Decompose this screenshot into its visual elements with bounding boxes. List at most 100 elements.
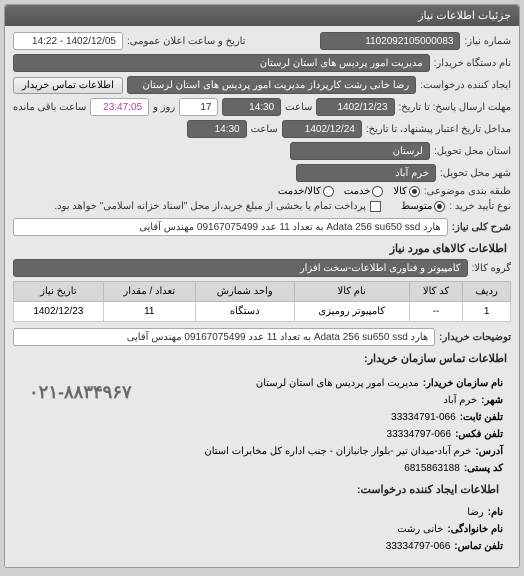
- contact-address-row: آدرس: خرم آباد-میدان تیر -بلوار جانبازان…: [21, 443, 503, 460]
- contact-city-row: شهر: خرم آباد: [140, 392, 503, 409]
- payment-note: پرداخت تمام یا بخشی از مبلغ خرید،از محل …: [54, 201, 366, 212]
- radio-goods-item[interactable]: کالا: [393, 186, 420, 197]
- public-date-field: 1402/12/05 - 14:22: [13, 32, 123, 50]
- contact-org-label: نام سازمان خریدار:: [423, 375, 503, 392]
- row-item-type: طبقه بندی موضوعی: کالا خدمت کالا/خدمت: [13, 186, 511, 197]
- td-code: --: [409, 302, 463, 322]
- item-type-radio-group: کالا خدمت کالا/خدمت: [278, 186, 420, 197]
- contact-org-value: مدیریت امور پردیس های استان لرستان: [256, 375, 419, 392]
- th-row: ردیف: [463, 282, 511, 302]
- goods-group-field: کامپیوتر و فناوری اطلاعات-سخت افزار: [13, 259, 468, 277]
- days-label: روز و: [153, 102, 175, 113]
- validity-date-field: 1402/12/24: [282, 120, 362, 138]
- row-reply-deadline: مهلت ارسال پاسخ: تا تاریخ: 1402/12/23 سا…: [13, 98, 511, 116]
- row-city: شهر محل تحویل: خرم آباد: [13, 164, 511, 182]
- goods-group-label: گروه کالا:: [472, 263, 511, 274]
- radio-goods[interactable]: [409, 186, 420, 197]
- radio-goods-label: کالا: [393, 186, 407, 197]
- contact-phone-row: تلفن ثابت: 33334791-066: [140, 409, 503, 426]
- row-description: شرح کلی نیاز: هارد Adata 256 su650 ssd ب…: [13, 218, 511, 236]
- creator-label: ایجاد کننده درخواست:: [420, 80, 511, 91]
- main-panel: جزئیات اطلاعات نیاز شماره نیاز: 11020921…: [4, 4, 520, 568]
- contact-phone-label: تلفن ثابت:: [460, 409, 503, 426]
- remaining-label: ساعت باقی مانده: [13, 102, 86, 113]
- creator-phone-row: تلفن تماس: 33334797-066: [21, 538, 503, 555]
- reply-time-field: 14:30: [222, 98, 281, 116]
- td-unit: دستگاه: [195, 302, 294, 322]
- row-province: استان محل تحویل: لرستان: [13, 142, 511, 160]
- radio-medium-item[interactable]: متوسط: [401, 201, 445, 212]
- creator-field: رضا خانی رشت کارپرداز مدیریت امور پردیس …: [127, 76, 416, 94]
- radio-service-item[interactable]: خدمت: [344, 186, 384, 197]
- contact-postal-row: کد پستی: 6815863188: [21, 460, 503, 477]
- buyer-org-label: نام دستگاه خریدار:: [434, 58, 511, 69]
- row-buyer-notes: توضیحات خریدار: هارد Adata 256 su650 ssd…: [13, 328, 511, 346]
- payment-checkbox[interactable]: [370, 201, 381, 212]
- row-validity: مداخل تاریخ اعتبار پیشنهاد، تا تاریخ: 14…: [13, 120, 511, 138]
- radio-service-label: خدمت: [344, 186, 371, 197]
- description-field: هارد Adata 256 su650 ssd به تعداد 11 عدد…: [13, 218, 448, 236]
- large-phone-number: ۰۲۱-۸۸۳۴۹۶۷: [21, 375, 140, 410]
- buyer-org-field: مدیریت امور پردیس های استان لرستان: [13, 54, 430, 72]
- goods-section-title: اطلاعات کالاهای مورد نیاز: [13, 242, 511, 255]
- province-field: لرستان: [290, 142, 430, 160]
- creator-name-label: نام:: [488, 504, 503, 521]
- buyer-notes-field: هارد Adata 256 su650 ssd به تعداد 11 عدد…: [13, 328, 435, 346]
- contact-city-label: شهر:: [481, 392, 503, 409]
- creator-family-label: نام خانوادگی:: [447, 521, 503, 538]
- radio-service[interactable]: [372, 186, 383, 197]
- th-qty: تعداد / مقدار: [103, 282, 195, 302]
- radio-goods-service[interactable]: [323, 186, 334, 197]
- th-unit: واحد شمارش: [195, 282, 294, 302]
- table-row: 1 -- کامپیوتر رومیزی دستگاه 11 1402/12/2…: [14, 302, 511, 322]
- province-label: استان محل تحویل:: [434, 146, 511, 157]
- contact-postal-label: کد پستی:: [464, 460, 503, 477]
- contact-address-label: آدرس:: [475, 443, 503, 460]
- contact-address-value: خرم آباد-میدان تیر -بلوار جانبازان - جنب…: [204, 443, 471, 460]
- goods-table: ردیف کد کالا نام کالا واحد شمارش تعداد /…: [13, 281, 511, 322]
- row-request-number: شماره نیاز: 1102092105000083 تاریخ و ساع…: [13, 32, 511, 50]
- request-number-label: شماره نیاز:: [464, 36, 511, 47]
- buyer-notes-label: توضیحات خریدار:: [439, 332, 511, 343]
- radio-medium[interactable]: [434, 201, 445, 212]
- contact-info-button[interactable]: اطلاعات تماس خریدار: [13, 77, 123, 94]
- reply-time-label: ساعت: [285, 102, 312, 113]
- item-type-label: طبقه بندی موضوعی:: [424, 186, 511, 197]
- row-goods-group: گروه کالا: کامپیوتر و فناوری اطلاعات-سخت…: [13, 259, 511, 277]
- remaining-time-field: 23:47:05: [90, 98, 149, 116]
- th-name: نام کالا: [294, 282, 409, 302]
- row-buyer-org: نام دستگاه خریدار: مدیریت امور پردیس های…: [13, 54, 511, 72]
- contact-fax-row: تلفن فکس: 33334797-066: [140, 426, 503, 443]
- contact-city-value: خرم آباد: [443, 392, 477, 409]
- row-purchase-type: نوع تأیید خرید : متوسط پرداخت تمام یا بخ…: [13, 201, 511, 212]
- table-header-row: ردیف کد کالا نام کالا واحد شمارش تعداد /…: [14, 282, 511, 302]
- td-row: 1: [463, 302, 511, 322]
- th-date: تاریخ نیاز: [14, 282, 104, 302]
- city-field: خرم آباد: [296, 164, 436, 182]
- creator-family-row: نام خانوادگی: خانی رشت: [21, 521, 503, 538]
- row-creator: ایجاد کننده درخواست: رضا خانی رشت کارپرد…: [13, 76, 511, 94]
- validity-label: مداخل تاریخ اعتبار پیشنهاد، تا تاریخ:: [366, 124, 511, 135]
- contact-section-title: اطلاعات تماس سازمان خریدار:: [13, 352, 511, 365]
- contact-phone-value: 33334791-066: [391, 409, 456, 426]
- validity-time-label: ساعت: [251, 124, 278, 135]
- contact-postal-value: 6815863188: [404, 460, 460, 477]
- city-label: شهر محل تحویل:: [440, 168, 511, 179]
- creator-phone-value: 33334797-066: [386, 538, 451, 555]
- creator-phone-label: تلفن تماس:: [454, 538, 503, 555]
- creator-family-value: خانی رشت: [397, 521, 443, 538]
- radio-medium-label: متوسط: [401, 201, 432, 212]
- contact-fax-label: تلفن فکس:: [455, 426, 503, 443]
- reply-date-field: 1402/12/23: [316, 98, 394, 116]
- creator-section-title: اطلاعات ایجاد کننده درخواست:: [21, 481, 503, 500]
- radio-goods-service-item[interactable]: کالا/خدمت: [278, 186, 334, 197]
- public-date-label: تاریخ و ساعت اعلان عمومی:: [127, 36, 246, 47]
- creator-name-row: نام: رضا: [21, 504, 503, 521]
- creator-name-value: رضا: [467, 504, 483, 521]
- days-field: 17: [179, 98, 218, 116]
- contact-fax-value: 33334797-066: [387, 426, 452, 443]
- td-name: کامپیوتر رومیزی: [294, 302, 409, 322]
- panel-body: شماره نیاز: 1102092105000083 تاریخ و ساع…: [5, 26, 519, 567]
- panel-title: جزئیات اطلاعات نیاز: [418, 10, 511, 22]
- contact-org-row: نام سازمان خریدار: مدیریت امور پردیس های…: [140, 375, 503, 392]
